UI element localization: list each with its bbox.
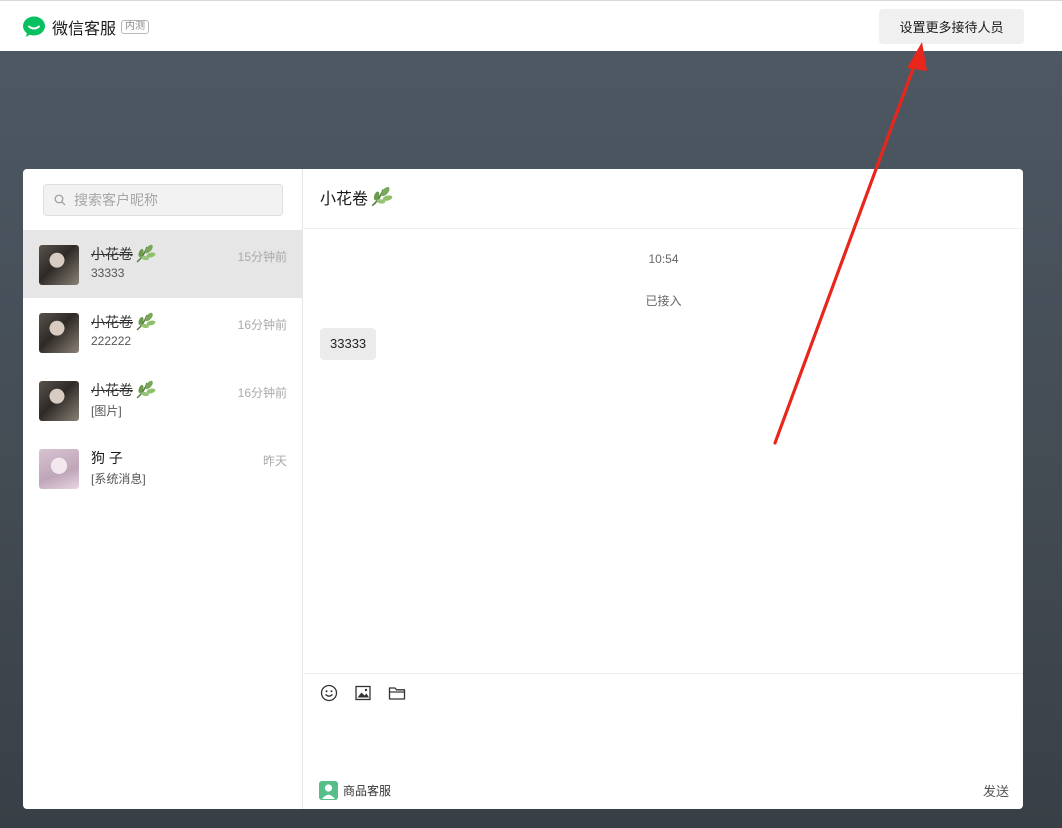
search-input[interactable]	[72, 185, 277, 215]
message-area[interactable]: 10:54 已接入 33333	[304, 229, 1023, 673]
conversation-name-text: 小花卷	[91, 314, 133, 330]
conversation-list: 小花卷 33333 15分钟前 小花卷 222222 16分钟前 小花卷 [图片…	[23, 230, 303, 502]
conversation-preview: 33333	[91, 266, 125, 280]
avatar	[39, 449, 79, 489]
composer: 商品客服 发送	[304, 673, 1023, 809]
chat-panel: 小花卷 33333 15分钟前 小花卷	[23, 169, 1023, 809]
conversation-name-text: 小花卷	[91, 382, 133, 398]
system-note: 已接入	[645, 294, 682, 308]
set-more-receptionists-button[interactable]: 设置更多接待人员	[879, 9, 1024, 44]
avatar	[39, 245, 79, 285]
conversation-name: 小花卷	[91, 244, 156, 264]
brand: 微信客服 内测	[22, 15, 150, 39]
conversation-time: 昨天	[262, 454, 287, 468]
agent-info: 商品客服	[319, 781, 391, 800]
avatar	[39, 381, 79, 421]
leaf-emoji-icon	[136, 244, 156, 263]
chat-title: 小花卷	[320, 185, 393, 209]
agent-avatar-icon	[319, 781, 338, 800]
avatar	[39, 313, 79, 353]
chat-header: 小花卷	[304, 169, 1023, 229]
conversation-sidebar: 小花卷 33333 15分钟前 小花卷	[23, 169, 303, 809]
conversation-item[interactable]: 小花卷 222222 16分钟前	[23, 298, 303, 366]
leaf-emoji-icon	[136, 312, 156, 331]
conversation-time: 16分钟前	[237, 386, 287, 400]
conversation-item[interactable]: 狗 子 [系统消息] 昨天	[23, 434, 303, 502]
conversation-preview: 222222	[91, 334, 132, 348]
conversation-preview: [系统消息]	[91, 472, 146, 486]
search-icon	[54, 194, 66, 206]
message-bubble: 33333	[320, 328, 377, 360]
conversation-item[interactable]: 小花卷 33333 15分钟前	[23, 230, 303, 298]
agent-label: 商品客服	[343, 784, 392, 798]
leaf-emoji-icon	[136, 380, 156, 399]
conversation-item[interactable]: 小花卷 [图片] 16分钟前	[23, 366, 303, 434]
conversation-time: 16分钟前	[237, 318, 287, 332]
top-bar: 微信客服 内测 设置更多接待人员	[0, 0, 1062, 51]
chat-window: 小花卷 10:54 已接入 33333 商品客服 发送	[304, 169, 1023, 809]
conversation-name: 小花卷	[91, 312, 156, 332]
search-box	[43, 184, 283, 216]
leaf-emoji-icon	[371, 186, 393, 207]
chat-title-text: 小花卷	[320, 191, 369, 208]
wechat-kefu-logo-icon	[23, 16, 45, 37]
conversation-preview: [图片]	[91, 404, 122, 418]
conversation-name-text: 狗 子	[91, 450, 123, 466]
conversation-name: 小花卷	[91, 380, 156, 400]
message-timestamp: 10:54	[648, 252, 679, 266]
conversation-name: 狗 子	[91, 448, 123, 468]
beta-badge: 内测	[121, 20, 150, 34]
app-title: 微信客服	[52, 21, 117, 38]
conversation-time: 15分钟前	[237, 250, 287, 264]
conversation-name-text: 小花卷	[91, 246, 133, 262]
folder-icon[interactable]	[388, 684, 406, 702]
send-button[interactable]: 发送	[983, 781, 1009, 800]
image-icon[interactable]	[354, 684, 372, 702]
emoji-icon[interactable]	[320, 684, 338, 702]
